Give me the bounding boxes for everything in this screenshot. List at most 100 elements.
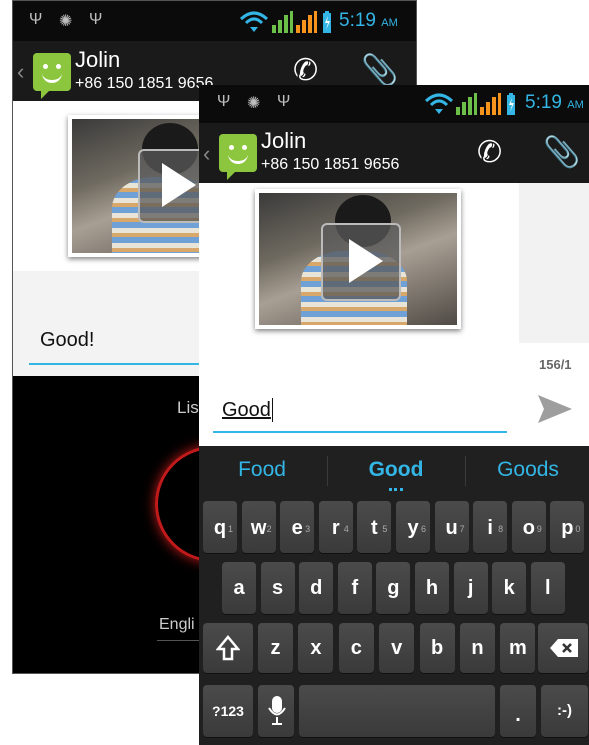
microphone-icon bbox=[268, 696, 286, 725]
key-hint: 4 bbox=[343, 524, 349, 534]
key-label: w bbox=[250, 517, 267, 539]
suggestion-3[interactable]: Goods bbox=[467, 446, 589, 496]
message-list bbox=[199, 183, 589, 343]
key-label: t bbox=[371, 517, 378, 539]
message-bubble bbox=[199, 183, 519, 343]
key-i[interactable]: 8i bbox=[473, 501, 508, 553]
key-w[interactable]: 2w bbox=[241, 501, 276, 553]
contact-name: Jolin bbox=[75, 47, 121, 72]
phone-icon[interactable]: ✆ bbox=[477, 135, 502, 170]
key-z[interactable]: z bbox=[258, 623, 293, 673]
message-input-text[interactable]: Good! bbox=[40, 329, 94, 352]
key-hint: 8 bbox=[498, 524, 504, 534]
attachment-icon[interactable]: 📎 bbox=[361, 53, 398, 88]
key-hint: 3 bbox=[305, 524, 311, 534]
contact-number: +86 150 1851 9656 bbox=[75, 75, 214, 92]
key-s[interactable]: s bbox=[260, 562, 295, 614]
text-cursor bbox=[272, 398, 273, 422]
language-label[interactable]: Engli bbox=[159, 616, 195, 634]
key-k[interactable]: k bbox=[492, 562, 527, 614]
char-counter: 156/1 bbox=[539, 357, 572, 372]
key-hint: 9 bbox=[536, 524, 542, 534]
signal-icon bbox=[296, 11, 317, 33]
key-label: r bbox=[331, 517, 340, 539]
video-thumbnail[interactable] bbox=[255, 189, 461, 329]
contact-avatar bbox=[219, 134, 257, 180]
usb-icon: Ψ bbox=[29, 11, 43, 28]
shift-key[interactable] bbox=[203, 623, 253, 673]
key-g[interactable]: g bbox=[376, 562, 411, 614]
contact-number: +86 150 1851 9656 bbox=[261, 156, 400, 173]
space-key[interactable] bbox=[299, 685, 495, 737]
usb-icon: Ψ bbox=[89, 11, 103, 28]
key-hint: 0 bbox=[575, 524, 581, 534]
key-j[interactable]: j bbox=[453, 562, 488, 614]
key-hint: 7 bbox=[459, 524, 465, 534]
back-chevron-icon[interactable]: ‹ bbox=[17, 59, 24, 85]
contact-avatar bbox=[33, 53, 71, 99]
key-d[interactable]: d bbox=[299, 562, 334, 614]
message-input-text[interactable]: Good bbox=[222, 399, 271, 422]
delete-key[interactable] bbox=[538, 623, 588, 673]
key-hint: 5 bbox=[382, 524, 388, 534]
conversation-action-bar: ‹ Jolin +86 150 1851 9656 ✆ 📎 bbox=[199, 123, 589, 183]
phone-icon[interactable]: ✆ bbox=[293, 53, 318, 88]
soft-keyboard: Food Good Goods 1q2w3e4r5t6y7u8i9o0p asd… bbox=[199, 446, 589, 745]
contact-name: Jolin bbox=[261, 128, 307, 153]
key-a[interactable]: a bbox=[222, 562, 256, 614]
key-b[interactable]: b bbox=[419, 623, 455, 673]
wifi-icon bbox=[239, 11, 269, 32]
key-label: p bbox=[561, 517, 574, 539]
usb-icon: Ψ bbox=[277, 93, 291, 110]
key-label: o bbox=[522, 517, 535, 539]
suggestion-divider bbox=[327, 456, 328, 486]
signal-icon bbox=[272, 11, 293, 33]
battery-icon bbox=[507, 93, 515, 115]
key-f[interactable]: f bbox=[337, 562, 372, 614]
status-bar: Ψ ✺ Ψ 5:19 AM bbox=[199, 85, 589, 123]
period-key[interactable]: . bbox=[500, 685, 536, 737]
shift-icon bbox=[216, 635, 240, 661]
voice-input-key[interactable] bbox=[258, 685, 294, 737]
backspace-icon bbox=[550, 639, 578, 657]
key-r[interactable]: 4r bbox=[318, 501, 353, 553]
key-hint: 1 bbox=[227, 524, 233, 534]
more-suggestions-dots[interactable] bbox=[389, 488, 403, 494]
key-c[interactable]: c bbox=[338, 623, 374, 673]
key-h[interactable]: h bbox=[415, 562, 449, 614]
send-icon[interactable] bbox=[537, 393, 573, 425]
clock: 5:19 AM bbox=[339, 10, 398, 31]
front-phone-screen: Ψ ✺ Ψ 5:19 AM ‹ Jolin +86 150 1851 9656 bbox=[199, 85, 589, 745]
key-l[interactable]: l bbox=[530, 562, 565, 614]
android-debug-icon: ✺ bbox=[59, 13, 73, 30]
play-icon[interactable] bbox=[321, 223, 401, 301]
key-label: e bbox=[291, 517, 303, 539]
voice-prompt: Lis bbox=[177, 398, 199, 417]
key-p[interactable]: 0p bbox=[550, 501, 585, 553]
key-hint: 2 bbox=[266, 524, 272, 534]
signal-icon bbox=[456, 93, 477, 115]
key-m[interactable]: m bbox=[500, 623, 536, 673]
input-underline bbox=[29, 363, 209, 365]
key-label: i bbox=[487, 517, 493, 539]
symbols-key[interactable]: ?123 bbox=[203, 685, 253, 737]
key-y[interactable]: 6y bbox=[396, 501, 430, 553]
attachment-icon[interactable]: 📎 bbox=[543, 135, 580, 170]
key-hint: 6 bbox=[420, 524, 426, 534]
suggestion-1[interactable]: Food bbox=[199, 446, 325, 496]
usb-icon: Ψ bbox=[217, 93, 231, 110]
input-underline bbox=[213, 431, 507, 433]
back-chevron-icon[interactable]: ‹ bbox=[203, 141, 210, 167]
key-v[interactable]: v bbox=[379, 623, 415, 673]
key-x[interactable]: x bbox=[298, 623, 334, 673]
key-e[interactable]: 3e bbox=[280, 501, 315, 553]
android-debug-icon: ✺ bbox=[247, 95, 261, 112]
key-q[interactable]: 1q bbox=[203, 501, 237, 553]
key-o[interactable]: 9o bbox=[511, 501, 546, 553]
key-t[interactable]: 5t bbox=[357, 501, 392, 553]
smiley-key[interactable]: :-) bbox=[541, 685, 588, 737]
status-bar: Ψ ✺ Ψ 5:19 AM bbox=[13, 1, 416, 41]
key-n[interactable]: n bbox=[460, 623, 495, 673]
suggestion-divider bbox=[465, 456, 466, 486]
key-u[interactable]: 7u bbox=[434, 501, 469, 553]
